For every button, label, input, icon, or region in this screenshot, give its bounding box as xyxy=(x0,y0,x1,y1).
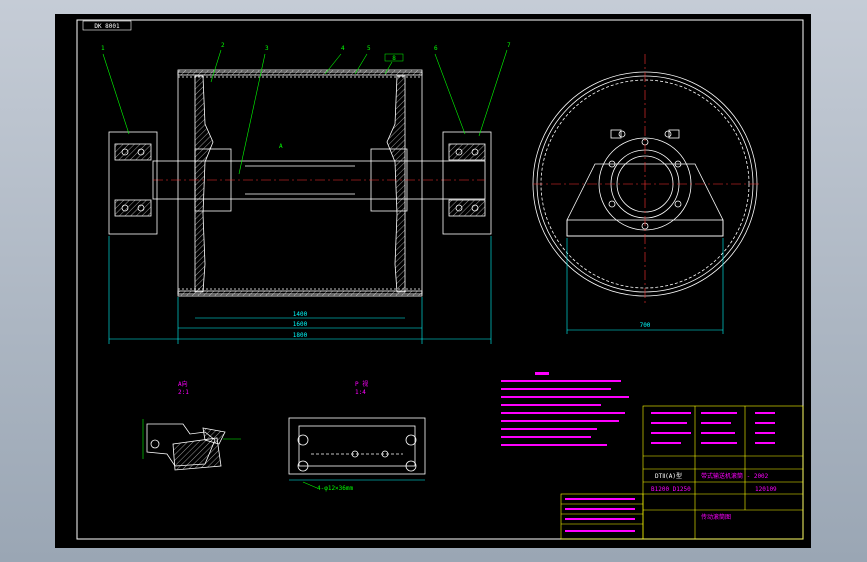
title-sizes: B1200 D1250 xyxy=(651,486,691,493)
callout-1: 1 xyxy=(101,45,105,52)
title-series: DTⅡ(A)型 xyxy=(655,472,682,480)
callout-leaders xyxy=(102,49,508,175)
callout-3: 3 xyxy=(265,45,269,52)
title-product: 带式输送机滚筒 - 2002 xyxy=(701,472,769,480)
detail-a-scale: 2:1 xyxy=(178,389,189,396)
dim-1800: 1800 xyxy=(293,332,308,339)
bolt-note: 4-φ12×36mm xyxy=(317,485,354,492)
title-part-name: 传动滚筒图 xyxy=(701,513,731,521)
detail-p-scale: 1:4 xyxy=(355,389,366,396)
detail-a xyxy=(146,423,226,471)
technical-notes xyxy=(501,372,629,446)
callout-2: 2 xyxy=(221,42,225,49)
dim-700: 700 xyxy=(640,322,651,329)
right-end-disc xyxy=(386,75,406,293)
dim-1400: 1400 xyxy=(293,311,308,318)
callout-8: 8 xyxy=(392,55,396,62)
left-end-disc xyxy=(194,75,214,293)
detail-a-title: A向 xyxy=(178,380,188,388)
drawing-sheet: DK 8001 1400 1600 1800 1 2 3 4 5 6 7 8 A… xyxy=(55,14,811,548)
front-view xyxy=(108,69,492,297)
section-mark: A xyxy=(279,143,283,150)
cad-viewer: DK 8001 1400 1600 1800 1 2 3 4 5 6 7 8 A… xyxy=(0,0,867,562)
detail-p-title: P 视 xyxy=(355,380,368,388)
callout-4: 4 xyxy=(341,45,345,52)
callout-6: 6 xyxy=(434,45,438,52)
callout-7: 7 xyxy=(507,42,511,49)
pulley-shell xyxy=(177,71,423,295)
dim-1600: 1600 xyxy=(293,321,308,328)
callout-5: 5 xyxy=(367,45,371,52)
sheet-tag: DK 8001 xyxy=(94,23,120,30)
detail-p xyxy=(288,417,426,475)
title-drawing-no: 120109 xyxy=(755,486,777,493)
drawing-canvas: DK 8001 1400 1600 1800 1 2 3 4 5 6 7 8 A… xyxy=(76,19,804,540)
